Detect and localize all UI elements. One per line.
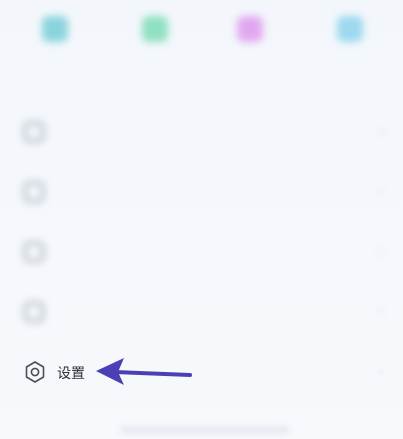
chevron-right-icon: ›	[378, 184, 384, 200]
shortcut-3[interactable]	[220, 8, 280, 58]
bottom-bar	[120, 426, 290, 434]
square-icon	[24, 122, 44, 142]
shortcut-2[interactable]	[125, 8, 185, 58]
square-icon	[24, 242, 44, 262]
shortcut-4[interactable]	[320, 8, 380, 58]
square-icon	[24, 182, 44, 202]
annotation-arrow-icon	[96, 358, 192, 385]
settings-hexagon-icon	[25, 361, 45, 383]
shortcut-row	[0, 0, 403, 80]
settings-label: 设置	[57, 366, 85, 382]
shortcut-3-icon	[237, 16, 263, 42]
square-icon	[24, 302, 44, 322]
menu-row-2[interactable]: ›	[20, 178, 390, 208]
menu-row-1[interactable]: ›	[20, 118, 390, 148]
shortcut-1[interactable]	[25, 8, 85, 58]
chevron-right-icon: ›	[378, 124, 384, 140]
chevron-right-icon: ›	[378, 244, 384, 260]
shortcut-1-icon	[42, 16, 68, 42]
chevron-right-icon: ›	[378, 364, 384, 380]
shortcut-2-icon	[142, 16, 168, 42]
settings-row[interactable]: 设置 ›	[20, 356, 390, 390]
screen: › › › › 设置 ›	[0, 0, 403, 439]
menu-row-3[interactable]: ›	[20, 238, 390, 268]
shortcut-4-icon	[337, 16, 363, 42]
chevron-right-icon: ›	[378, 304, 384, 320]
menu-row-4[interactable]: ›	[20, 298, 390, 328]
